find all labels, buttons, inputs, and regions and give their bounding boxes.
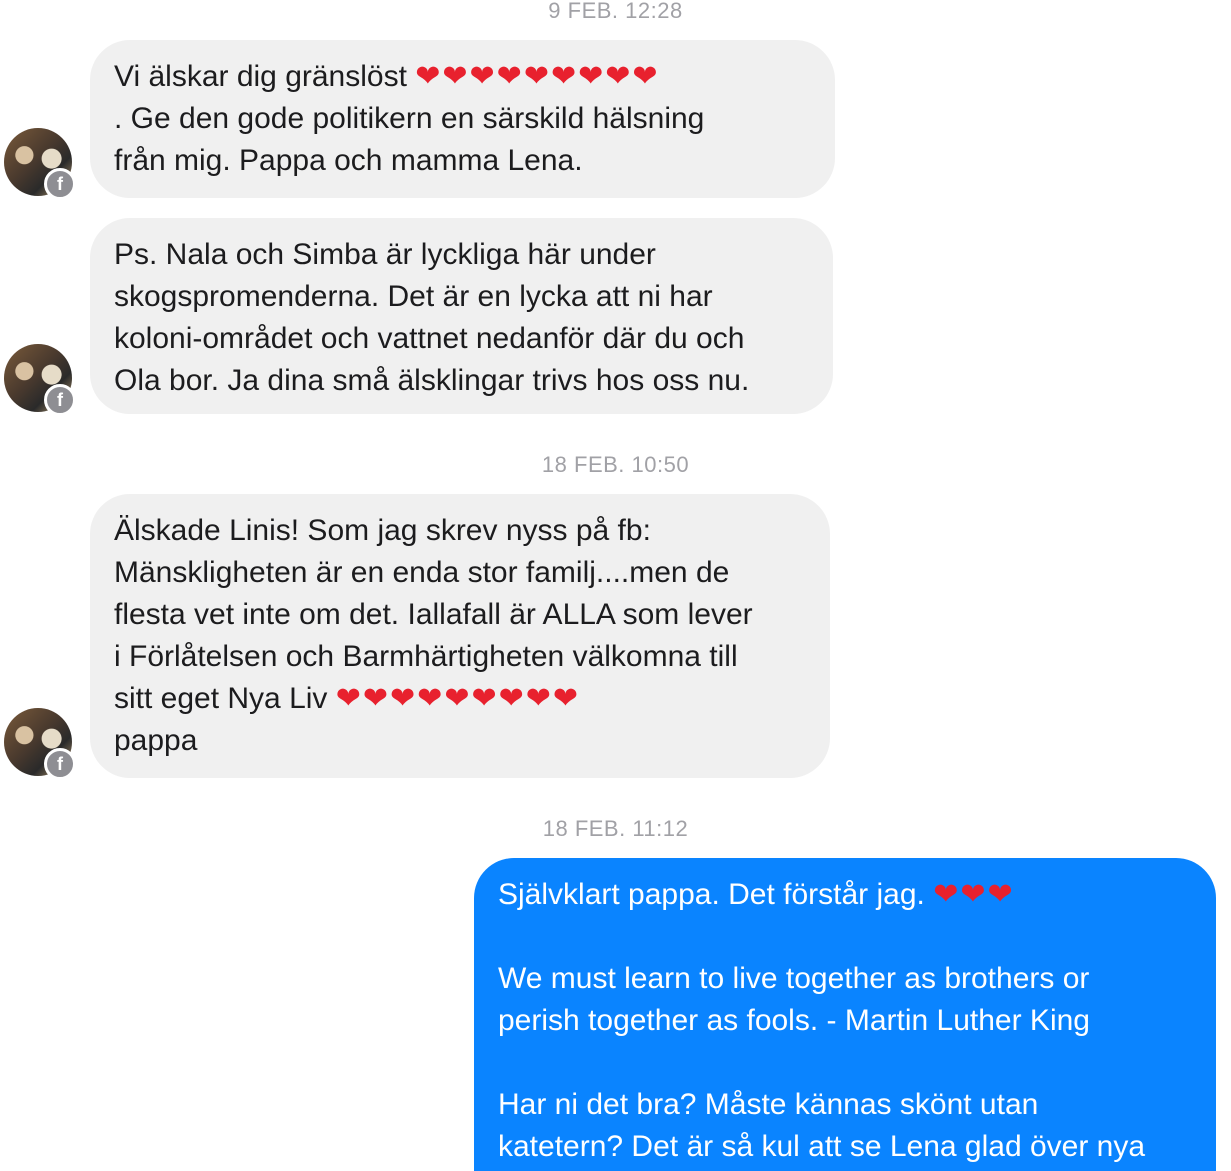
message-line: Ola bor. Ja dina små älsklingar trivs ho… bbox=[114, 364, 750, 397]
sender-avatar[interactable]: f bbox=[4, 344, 76, 416]
facebook-badge-icon: f bbox=[44, 384, 76, 416]
message-line-blank bbox=[498, 1042, 1192, 1084]
message-line-blank bbox=[498, 916, 1192, 958]
sender-avatar[interactable]: f bbox=[4, 708, 76, 780]
message-bubble-incoming[interactable]: Älskade Linis! Som jag skrev nyss på fb:… bbox=[90, 494, 830, 778]
timestamp: 9 FEB. 12:28 bbox=[548, 0, 683, 23]
message-line: skogspromenderna. Det är en lycka att ni… bbox=[114, 280, 713, 313]
message-line: Mänskligheten är en enda stor familj....… bbox=[114, 556, 730, 589]
message-line: Har ni det bra? Måste kännas skönt utan bbox=[498, 1088, 1039, 1121]
message-line: koloni-området och vattnet nedanför där … bbox=[114, 322, 745, 355]
timestamp: 18 FEB. 11:12 bbox=[542, 816, 689, 841]
message-line: flesta vet inte om det. Iallafall är ALL… bbox=[114, 598, 753, 631]
message-line: i Förlåtelsen och Barmhärtigheten välkom… bbox=[114, 640, 738, 673]
timestamp: 18 FEB. 10:50 bbox=[541, 452, 690, 477]
message-line: We must learn to live together as brothe… bbox=[498, 962, 1090, 995]
message-line: katetern? Det är så kul att se Lena glad… bbox=[498, 1130, 1146, 1163]
message-line: perish together as fools. - Martin Luthe… bbox=[498, 1004, 1090, 1037]
sender-avatar[interactable]: f bbox=[4, 128, 76, 200]
message-line: Ps. Nala och Simba är lyckliga här under bbox=[114, 238, 656, 271]
message-thread: 9 FEB. 12:28 f Vi älskar dig gränslöst ❤… bbox=[0, 0, 1231, 1171]
heart-emoji-icon: ❤❤❤ bbox=[933, 878, 1015, 911]
message-line: . Ge den gode politikern en särskild häl… bbox=[114, 102, 705, 135]
heart-emoji-icon: ❤❤❤❤❤❤❤❤❤ bbox=[335, 682, 580, 715]
message-line: sitt eget Nya Liv ❤❤❤❤❤❤❤❤❤ bbox=[114, 682, 580, 715]
message-line: Älskade Linis! Som jag skrev nyss på fb: bbox=[114, 514, 651, 547]
message-bubble-outgoing[interactable]: Självklart pappa. Det förstår jag. ❤❤❤ W… bbox=[474, 858, 1216, 1171]
message-line: Självklart pappa. Det förstår jag. ❤❤❤ bbox=[498, 878, 1015, 911]
facebook-badge-icon: f bbox=[44, 168, 76, 200]
message-line: från mig. Pappa och mamma Lena. bbox=[114, 144, 583, 177]
message-bubble-incoming[interactable]: Vi älskar dig gränslöst ❤❤❤❤❤❤❤❤❤ . Ge d… bbox=[90, 40, 835, 198]
message-bubble-incoming[interactable]: Ps. Nala och Simba är lyckliga här under… bbox=[90, 218, 833, 414]
heart-emoji-icon: ❤❤❤❤❤❤❤❤❤ bbox=[415, 60, 660, 93]
message-line: pappa bbox=[114, 724, 198, 757]
facebook-badge-icon: f bbox=[44, 748, 76, 780]
message-line: Vi älskar dig gränslöst ❤❤❤❤❤❤❤❤❤ bbox=[114, 60, 660, 93]
